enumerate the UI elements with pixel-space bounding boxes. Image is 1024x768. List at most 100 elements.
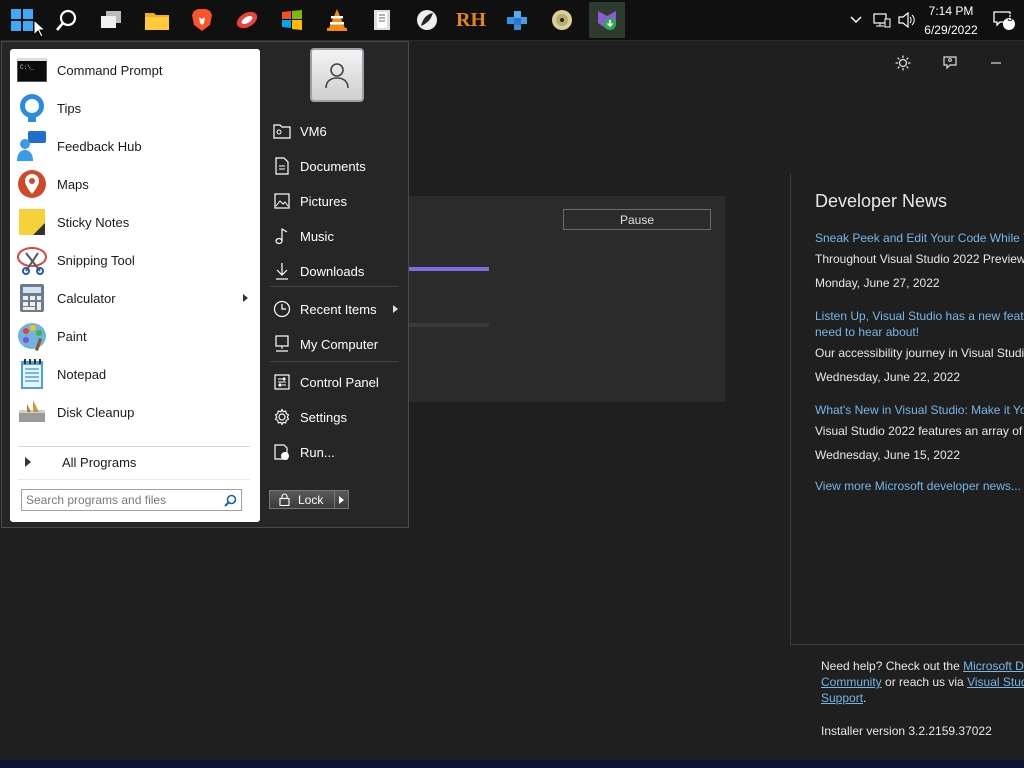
cmd-icon: C:\_ (16, 54, 48, 86)
minimize-button[interactable] (981, 51, 1011, 75)
place-pictures[interactable]: Pictures (266, 186, 404, 216)
news-heading: Developer News (815, 191, 948, 211)
program-command-prompt[interactable]: C:\_ Command Prompt (10, 52, 260, 88)
file-explorer-icon[interactable] (139, 2, 175, 38)
program-disk-cleanup[interactable]: Disk Cleanup (10, 394, 260, 430)
quill-icon[interactable] (409, 2, 445, 38)
start-menu: C:\_ Command Prompt Tips Feedback Hub Ma… (1, 41, 409, 528)
place-settings[interactable]: Settings (266, 402, 404, 432)
program-notepad[interactable]: Notepad (10, 356, 260, 392)
vlc-icon[interactable] (319, 2, 355, 38)
rh-icon[interactable]: RH (453, 2, 489, 38)
program-label: Command Prompt (57, 62, 163, 78)
place-label: My Computer (300, 336, 379, 352)
news-link[interactable]: Sneak Peek and Edit Your Code While Yo (815, 230, 1024, 246)
help-middle: or reach us via (881, 675, 968, 689)
program-calculator[interactable]: Calculator (10, 280, 260, 316)
separator (270, 286, 398, 287)
place-label: Music (300, 228, 334, 244)
news-description: Our accessibility journey in Visual Stud… (815, 346, 1024, 360)
community-link-continued[interactable]: Community (821, 675, 882, 689)
place-downloads[interactable]: Downloads (266, 256, 404, 286)
place-documents[interactable]: Documents (266, 151, 404, 181)
snipping-icon (16, 244, 48, 276)
theme-icon[interactable] (888, 51, 918, 75)
search-icon[interactable] (49, 2, 85, 38)
show-hidden-icons-chevron[interactable] (850, 0, 862, 40)
app-icon[interactable] (229, 2, 265, 38)
picture-icon (272, 191, 292, 211)
place-recent-items[interactable]: Recent Items (266, 294, 404, 324)
program-snipping-tool[interactable]: Snipping Tool (10, 242, 260, 278)
network-icon[interactable] (873, 0, 891, 40)
vs-installer-icon[interactable] (589, 2, 625, 38)
installer-version: Installer version 3.2.2159.37022 (821, 724, 992, 738)
tips-icon (16, 92, 48, 124)
support-link[interactable]: Visual Stud (967, 675, 1024, 689)
place-label: Settings (300, 409, 347, 425)
place-label: Downloads (300, 263, 365, 279)
news-link-continued[interactable]: need to hear about! (815, 324, 1024, 340)
disk-cleanup-icon (16, 396, 48, 428)
program-label: Feedback Hub (57, 138, 142, 154)
program-label: Snipping Tool (57, 252, 135, 268)
news-link[interactable]: Listen Up, Visual Studio has a new featu (815, 308, 1024, 324)
volume-icon[interactable] (898, 0, 916, 40)
user-icon (325, 63, 349, 89)
program-tips[interactable]: Tips (10, 90, 260, 126)
all-programs-item[interactable]: All Programs (10, 444, 260, 480)
power-options-arrow-button[interactable] (334, 490, 349, 509)
place-label: Documents (300, 158, 366, 174)
notification-center-icon[interactable]: 3 (992, 0, 1016, 40)
place-my-computer[interactable]: My Computer (266, 329, 404, 359)
lock-icon (279, 493, 290, 506)
place-label: Control Panel (300, 374, 379, 390)
help-end: . (863, 691, 867, 705)
view-more-news-link[interactable]: View more Microsoft developer news... (815, 478, 1024, 494)
brave-icon[interactable] (184, 2, 220, 38)
place-control-panel[interactable]: Control Panel (266, 367, 404, 397)
feedback-icon[interactable] (935, 51, 965, 75)
place-label: Recent Items (300, 301, 377, 317)
download-icon (272, 261, 292, 281)
control-panel-icon (272, 372, 292, 392)
program-label: Tips (57, 100, 82, 116)
windows-icon[interactable] (274, 2, 310, 38)
taskbar-clock[interactable]: 7:14 PM 6/29/2022 (918, 3, 984, 38)
place-label: VM6 (300, 123, 327, 139)
taskbar: RH 7:14 PM 6/29/2022 3 (0, 0, 1024, 41)
search-box[interactable] (21, 489, 242, 511)
program-sticky-notes[interactable]: Sticky Notes (10, 204, 260, 240)
book-icon[interactable] (364, 2, 400, 38)
task-view-icon[interactable] (93, 2, 129, 38)
program-feedback-hub[interactable]: Feedback Hub (10, 128, 260, 164)
svg-text:C:\_: C:\_ (20, 64, 35, 71)
cube-icon[interactable] (499, 2, 535, 38)
community-link[interactable]: Microsoft D (963, 659, 1024, 673)
place-run[interactable]: Run... (266, 437, 404, 467)
maps-icon (16, 168, 48, 200)
pause-button[interactable]: Pause (563, 209, 711, 230)
feedback-icon (16, 130, 48, 162)
search-input[interactable] (26, 492, 216, 508)
place-vm6[interactable]: VM6 (266, 116, 404, 146)
program-maps[interactable]: Maps (10, 166, 260, 202)
user-avatar[interactable] (310, 48, 364, 102)
news-link[interactable]: What's New in Visual Studio: Make it Yo (815, 402, 1024, 418)
clock-time: 7:14 PM (928, 4, 974, 18)
search-icon[interactable] (224, 494, 237, 507)
progress-bar-fill (395, 267, 489, 271)
clock-icon (272, 299, 292, 319)
disc-icon[interactable] (544, 2, 580, 38)
chevron-right-icon (339, 495, 344, 504)
lock-button[interactable]: Lock (269, 490, 335, 509)
program-label: Notepad (57, 366, 107, 382)
news-description: Throughout Visual Studio 2022 Previews (815, 252, 1024, 266)
news-item: Listen Up, Visual Studio has a new featu… (815, 308, 1024, 384)
place-music[interactable]: Music (266, 221, 404, 251)
program-label: Sticky Notes (57, 214, 130, 230)
support-link-continued[interactable]: Support (821, 691, 863, 705)
separator (18, 479, 250, 480)
program-paint[interactable]: Paint (10, 318, 260, 354)
programs-pane: C:\_ Command Prompt Tips Feedback Hub Ma… (10, 49, 260, 522)
